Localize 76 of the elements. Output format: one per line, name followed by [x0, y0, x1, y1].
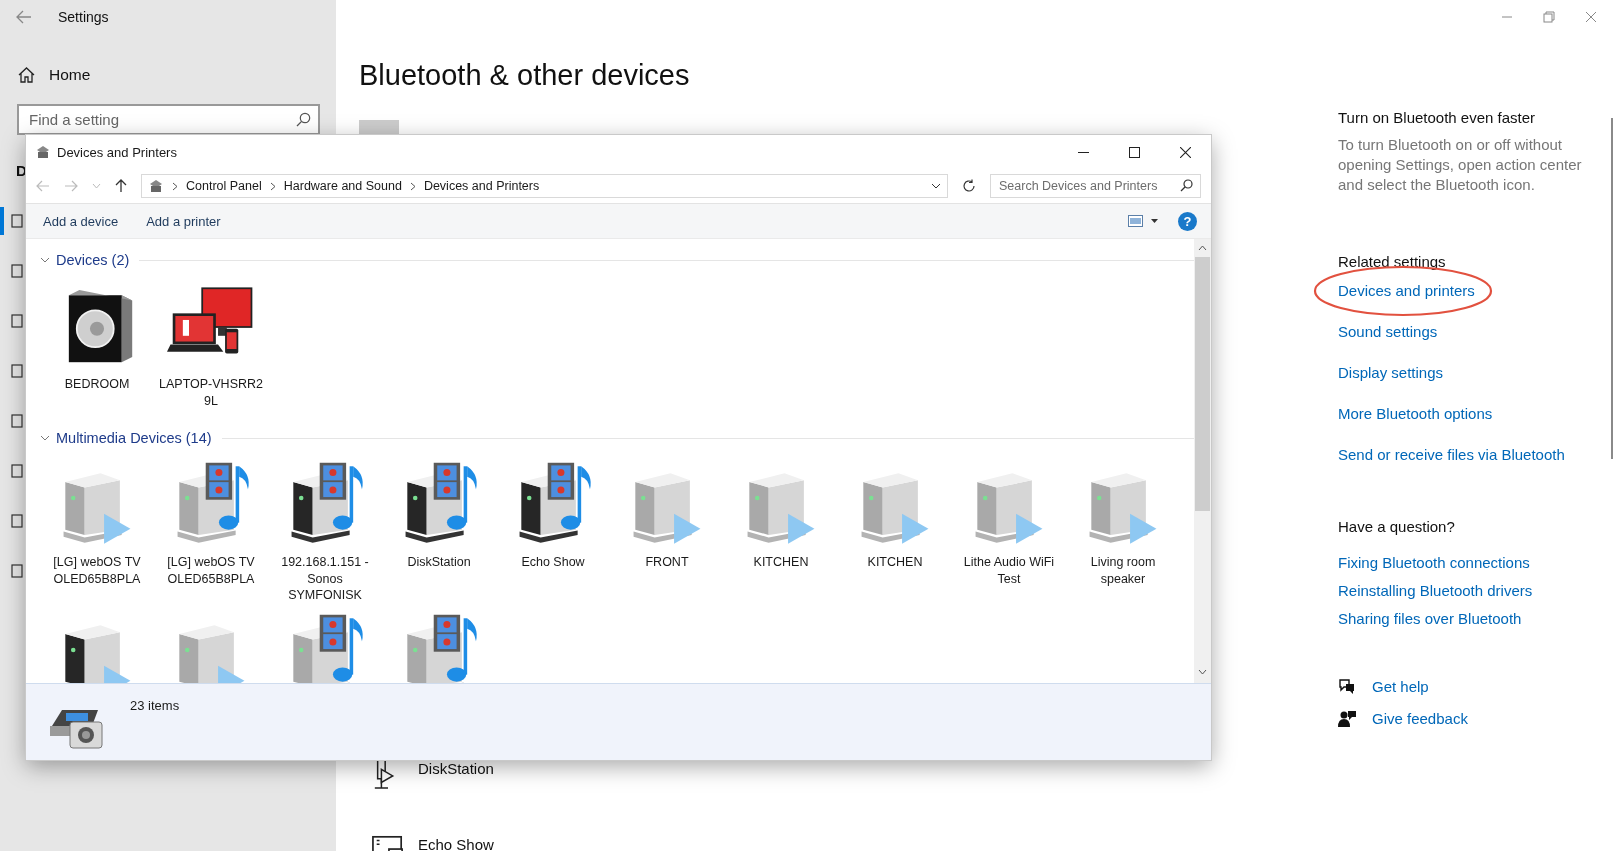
- device-item[interactable]: Echo Show: [359, 833, 1338, 851]
- breadcrumb-item[interactable]: Hardware and Sound: [283, 179, 402, 193]
- nav-icon: [11, 363, 23, 379]
- device-label: [LG] webOS TV OLED65B8PLA: [166, 554, 256, 587]
- maximize-icon[interactable]: [1129, 146, 1140, 158]
- nav-icon: [11, 213, 23, 229]
- dropdown-caret-icon[interactable]: [931, 183, 941, 189]
- back-arrow-icon[interactable]: [16, 10, 32, 24]
- search-icon: [1180, 179, 1193, 192]
- device-label: Lithe Audio WiFi Test: [962, 554, 1056, 587]
- device-label: LAPTOP-VHSRR29L: [158, 376, 264, 409]
- scrollbar[interactable]: [1194, 239, 1211, 683]
- home-icon: [18, 67, 35, 83]
- device-label: [LG] webOS TV OLED65B8PLA: [52, 554, 142, 587]
- chevron-down-icon[interactable]: [40, 433, 50, 443]
- person-bubble-icon: [1338, 710, 1356, 728]
- help-link[interactable]: Reinstalling Bluetooth drivers: [1338, 581, 1533, 601]
- device-label: BEDROOM: [63, 376, 131, 393]
- toolbar-button[interactable]: Add a device: [43, 213, 119, 229]
- section-heading: Related settings: [1338, 252, 1447, 272]
- nav-icon: [11, 263, 23, 279]
- up-arrow-icon[interactable]: [115, 179, 127, 193]
- help-button[interactable]: ?: [1178, 211, 1197, 231]
- device-label: DiskStation: [406, 554, 472, 571]
- device-label: Echo Show: [520, 554, 586, 571]
- nav-icon: [11, 563, 23, 579]
- devices-printers-icon: [35, 144, 51, 160]
- chevron-right-icon: [269, 181, 276, 191]
- section-heading: Have a question?: [1338, 517, 1456, 537]
- breadcrumb-item[interactable]: Devices and Printers: [423, 179, 540, 193]
- restore-icon[interactable]: [1543, 11, 1555, 23]
- chevron-right-icon: [409, 181, 416, 191]
- tip-text: To turn Bluetooth on or off without opening Settings, open action center and select the Bluetooth icon.: [1338, 135, 1583, 195]
- group-heading[interactable]: Devices (2): [56, 252, 130, 268]
- scroll-up-icon[interactable]: [1198, 245, 1207, 251]
- chevron-down-icon[interactable]: [40, 255, 50, 265]
- dropdown-caret-icon[interactable]: [1151, 219, 1158, 223]
- device-label: Living room speaker: [1089, 554, 1157, 587]
- toolbar-button[interactable]: Add a printer: [146, 213, 221, 229]
- device-label: KITCHEN: [752, 554, 810, 571]
- device-label: 192.168.1.151 - Sonos SYMFONISK: [280, 554, 370, 604]
- scroll-thumb[interactable]: [1195, 257, 1210, 511]
- address-bar[interactable]: Control Panel Hardware and Sound Devices and Printers: [141, 174, 948, 198]
- device-label: KITCHEN: [866, 554, 924, 571]
- chevron-right-icon: [172, 181, 178, 191]
- nav-icon: [11, 463, 23, 479]
- settings-link[interactable]: More Bluetooth options: [1338, 404, 1493, 424]
- settings-link[interactable]: Sound settings: [1338, 322, 1438, 342]
- home-link[interactable]: Home: [0, 60, 336, 90]
- settings-link[interactable]: Send or receive files via Bluetooth: [1338, 445, 1565, 465]
- refresh-icon[interactable]: [962, 179, 976, 193]
- tip-heading: Turn on Bluetooth even faster: [1338, 108, 1537, 128]
- settings-link[interactable]: Display settings: [1338, 363, 1444, 383]
- nav-icon: [11, 413, 23, 429]
- nav-icon: [11, 513, 23, 529]
- search-icon: [296, 112, 311, 127]
- support-link[interactable]: Get help: [1372, 677, 1429, 697]
- view-options-icon[interactable]: [1128, 215, 1143, 227]
- item-count: 23 items: [130, 698, 180, 715]
- help-link[interactable]: Sharing files over Bluetooth: [1338, 609, 1522, 629]
- help-bubbles-icon: [1338, 678, 1356, 696]
- scroll-down-icon[interactable]: [1198, 669, 1207, 675]
- support-link[interactable]: Give feedback: [1372, 709, 1468, 729]
- device-label: FRONT: [644, 554, 690, 571]
- scrollbar[interactable]: [1611, 118, 1613, 459]
- help-link[interactable]: Fixing Bluetooth connections: [1338, 553, 1530, 573]
- window-title: Settings: [58, 9, 109, 25]
- nav-icon: [11, 313, 23, 329]
- device-item[interactable]: DiskStation: [359, 757, 1338, 833]
- breadcrumb-item[interactable]: Control Panel: [186, 179, 262, 193]
- page-title: Bluetooth & other devices: [359, 58, 691, 93]
- close-icon[interactable]: [1180, 146, 1191, 158]
- window-title: Devices and Printers: [57, 144, 177, 160]
- devices-printers-icon: [148, 178, 164, 194]
- group-heading[interactable]: Multimedia Devices (14): [56, 430, 212, 446]
- search-field[interactable]: Find a setting: [17, 104, 320, 135]
